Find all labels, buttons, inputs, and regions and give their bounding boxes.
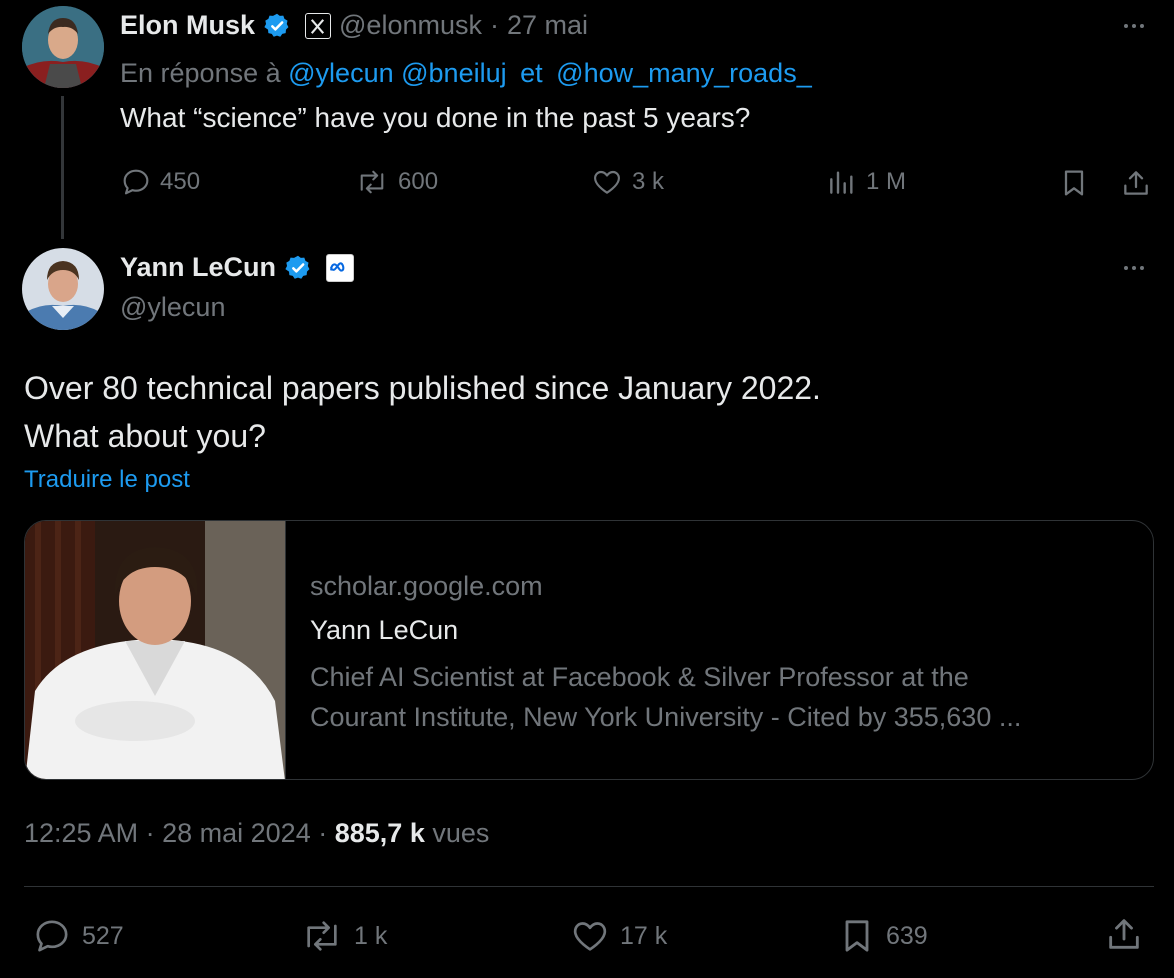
lecun-avatar[interactable] <box>22 248 104 330</box>
mention-bneiluj[interactable]: @bneiluj <box>401 58 506 88</box>
mention-how-many-roads[interactable]: @how_many_roads_ <box>556 58 812 88</box>
views-count: 885,7 k <box>334 818 425 848</box>
lecun-handle[interactable]: @ylecun <box>120 292 225 323</box>
post-text-line-2: What about you? <box>24 418 266 454</box>
heart-icon <box>573 922 607 951</box>
parent-views-count: 1 M <box>866 168 907 195</box>
repost-icon <box>360 170 384 194</box>
reply-icon <box>36 920 68 952</box>
post-timestamp: 12:25 AM · 28 mai 2024 · 885,7 k vues <box>24 818 489 849</box>
parent-like-button[interactable]: 3 k <box>590 166 664 198</box>
lecun-author-name[interactable]: Yann LeCun <box>120 252 276 283</box>
dot-separator: · <box>145 818 155 848</box>
elon-post-text: What “science” have you done in the past… <box>120 102 751 133</box>
link-card-description: Chief AI Scientist at Facebook & Silver … <box>310 657 1021 737</box>
bookmark-icon <box>845 920 869 952</box>
like-count: 17 k <box>620 921 668 950</box>
verified-badge-icon <box>284 254 312 282</box>
meta-affiliate-icon <box>326 253 355 282</box>
post-time[interactable]: 12:25 AM <box>24 818 138 848</box>
x-affiliate-icon <box>305 12 332 39</box>
like-button[interactable]: 17 k <box>568 916 667 956</box>
dot-separator: · <box>489 10 499 40</box>
mention-ylecun[interactable]: @ylecun <box>288 58 393 88</box>
parent-repost-count: 600 <box>398 168 439 195</box>
post-date[interactable]: 28 mai 2024 <box>162 818 311 848</box>
reply-prefix: En réponse à <box>120 58 281 88</box>
bookmark-count: 639 <box>886 921 928 950</box>
link-preview-card[interactable]: scholar.google.com Yann LeCun Chief AI S… <box>24 520 1154 780</box>
parent-repost-button[interactable]: 600 <box>354 166 438 198</box>
elon-author-name[interactable]: Elon Musk <box>120 10 255 41</box>
elon-handle[interactable]: @elonmusk <box>339 10 482 41</box>
bookmark-button[interactable]: 639 <box>836 916 928 956</box>
reply-count: 527 <box>82 921 124 950</box>
link-card-desc-line-1: Chief AI Scientist at Facebook & Silver … <box>310 662 969 692</box>
dot-separator: · <box>318 818 328 848</box>
lecun-post-text: Over 80 technical papers published since… <box>24 364 821 460</box>
link-card-title: Yann LeCun <box>310 615 459 645</box>
more-options-icon[interactable] <box>1124 24 1144 28</box>
reply-button[interactable]: 527 <box>30 916 124 956</box>
views-label: vues <box>432 818 490 848</box>
link-card-domain: scholar.google.com <box>310 571 543 601</box>
link-card-desc-line-2: Courant Institute, New York University -… <box>310 702 1022 732</box>
repost-icon <box>307 921 337 951</box>
repost-button[interactable]: 1 k <box>298 916 387 956</box>
post-text-line-1: Over 80 technical papers published since… <box>24 370 821 406</box>
verified-badge-icon <box>263 12 291 40</box>
elon-post-date[interactable]: 27 mai <box>507 10 588 41</box>
link-card-thumbnail <box>25 521 286 779</box>
elon-avatar[interactable] <box>22 6 104 88</box>
translate-post-link[interactable]: Traduire le post <box>24 466 190 494</box>
repost-count: 1 k <box>354 921 388 950</box>
mention-conjunction: et <box>520 58 543 88</box>
divider <box>24 886 1154 887</box>
parent-reply-button[interactable]: 450 <box>120 166 200 198</box>
reply-context: En réponse à @ylecun @bneiluj et @how_ma… <box>120 58 812 89</box>
analytics-icon <box>830 171 853 194</box>
more-options-icon[interactable] <box>1124 266 1144 270</box>
parent-views-button[interactable]: 1 M <box>826 166 906 198</box>
reply-icon <box>123 169 149 195</box>
heart-icon <box>594 170 620 194</box>
parent-like-count: 3 k <box>632 168 665 195</box>
thread-connector-line <box>61 96 64 239</box>
parent-share-icon[interactable] <box>1120 166 1152 205</box>
parent-bookmark-icon[interactable] <box>1058 166 1090 205</box>
share-icon[interactable] <box>1104 914 1144 959</box>
parent-reply-count: 450 <box>160 168 201 195</box>
